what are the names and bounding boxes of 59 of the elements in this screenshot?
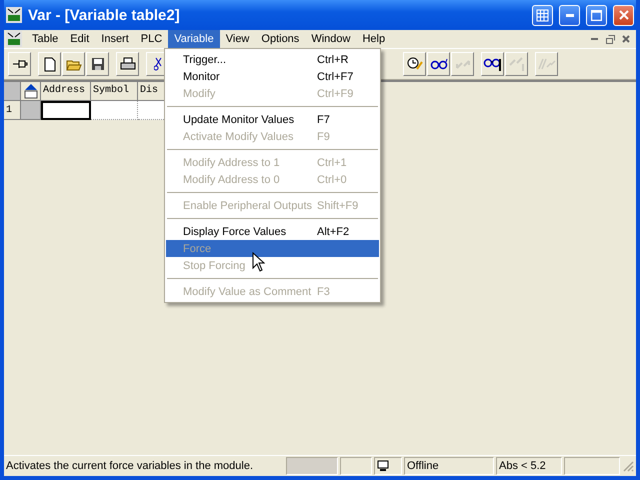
close-button[interactable] — [613, 4, 634, 26]
close-icon — [622, 35, 630, 43]
column-header: Symbol — [91, 82, 138, 101]
app-icon — [6, 7, 22, 23]
window-title: Var - [Variable table2] — [28, 6, 181, 24]
slashed-arrows-icon — [538, 58, 556, 70]
menu-option[interactable]: Update Monitor Values F7 — [166, 111, 379, 128]
toolbar-button[interactable] — [427, 52, 450, 76]
glasses-icon — [430, 58, 448, 70]
mouse-pointer-icon — [252, 252, 265, 272]
menu-item[interactable]: Edit — [64, 30, 96, 48]
row-number: 1 — [4, 101, 21, 120]
table-icon — [24, 83, 38, 99]
toolbar-button[interactable] — [116, 52, 139, 76]
minimize-button[interactable] — [559, 4, 580, 26]
menu-option[interactable]: Display Force Values Alt+F2 — [166, 223, 379, 240]
toolbar-button[interactable] — [38, 52, 61, 76]
status-panel — [286, 457, 338, 475]
folder-icon — [66, 58, 82, 70]
column-header: Address — [41, 82, 91, 101]
status-panel — [340, 457, 372, 475]
table-cell[interactable] — [91, 101, 138, 120]
menu-option[interactable]: Trigger... Ctrl+R — [166, 51, 379, 68]
status-panel — [564, 457, 620, 475]
menu-item[interactable]: Variable — [168, 30, 220, 48]
toolbar-button[interactable] — [403, 52, 426, 76]
menu-item[interactable]: Window — [305, 30, 356, 48]
page-icon — [44, 56, 56, 72]
table-cell[interactable] — [41, 101, 91, 120]
clock-pencil-icon — [406, 56, 424, 72]
restore-icon — [606, 34, 614, 44]
menu-item[interactable]: View — [220, 30, 256, 48]
connection-status: Offline — [404, 457, 494, 475]
arrows-icon — [508, 56, 526, 72]
arrows-icon — [454, 58, 470, 70]
toolbar-button[interactable] — [8, 52, 31, 76]
close-icon — [618, 10, 628, 20]
status-message: Activates the current force variables in the module. — [6, 460, 254, 472]
minimize-icon — [590, 38, 598, 40]
menu-item[interactable]: Options — [255, 30, 306, 48]
menu-item[interactable]: PLC — [134, 30, 168, 48]
glasses-icon — [482, 56, 502, 72]
scissors-icon — [154, 57, 162, 71]
toolbar-button[interactable] — [481, 52, 504, 76]
tile-button[interactable] — [532, 4, 553, 26]
grid-icon — [536, 8, 549, 22]
pin-icon — [12, 58, 28, 70]
minimize-icon — [566, 14, 574, 16]
menu-option[interactable]: Monitor Ctrl+F7 — [166, 68, 379, 85]
menu-item[interactable]: Table — [26, 30, 64, 48]
resize-grip-icon — [622, 460, 634, 472]
menu-item[interactable]: Help — [356, 30, 392, 48]
toolbar-button[interactable] — [86, 52, 109, 76]
maximize-icon — [591, 10, 602, 20]
maximize-button[interactable] — [586, 4, 607, 26]
version-status: Abs < 5.2 — [496, 457, 562, 475]
menu-item[interactable]: Insert — [95, 30, 135, 48]
printer-icon — [120, 57, 136, 71]
computer-icon — [377, 460, 389, 472]
